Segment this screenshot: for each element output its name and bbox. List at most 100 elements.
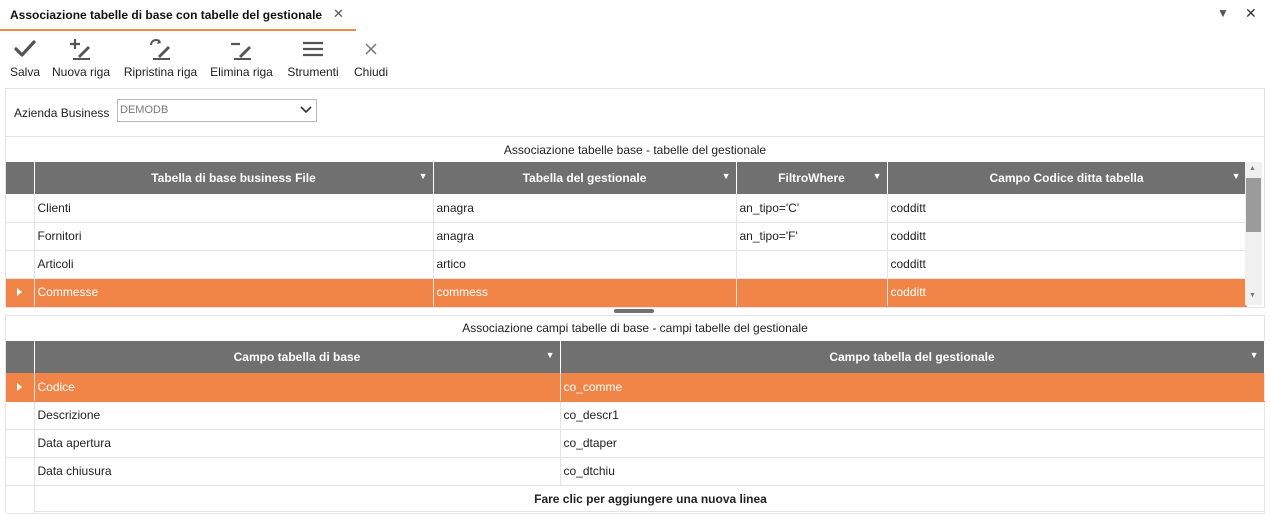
scroll-down-icon[interactable]: ▼ <box>1249 292 1256 299</box>
table-cell[interactable]: artico <box>433 250 737 279</box>
table-cell[interactable]: an_tipo='C' <box>736 194 888 223</box>
table-cell[interactable]: co_comme <box>560 373 1265 402</box>
table-row[interactable]: Data chiusura co_dtchiu <box>6 457 1265 486</box>
table-cell[interactable]: Descrizione <box>34 401 561 430</box>
delete-row-icon <box>230 42 251 60</box>
table-row[interactable]: Articoli artico codditt <box>6 250 1247 279</box>
fields-grid-caption: Associazione campi tabelle di base - cam… <box>462 321 808 335</box>
restore-row-label: Ripristina riga <box>123 65 198 79</box>
column-header[interactable]: Tabella di base business File ▼ <box>34 162 434 194</box>
table-cell[interactable]: Commesse <box>34 278 434 307</box>
table-cell[interactable]: codditt <box>887 222 1247 251</box>
row-indicator[interactable] <box>6 194 35 223</box>
filter-icon[interactable]: ▼ <box>873 171 882 181</box>
close-label: Chiudi <box>353 65 389 79</box>
delete-row-label: Elimina riga <box>210 65 273 79</box>
new-row-label: Nuova riga <box>51 65 111 79</box>
new-row-button[interactable]: Nuova riga <box>50 38 112 84</box>
row-indicator[interactable] <box>6 278 35 307</box>
save-button[interactable]: Salva <box>9 38 41 84</box>
restore-row-icon <box>149 39 170 60</box>
table-cell[interactable]: commess <box>433 278 737 307</box>
window-close-icon[interactable]: ✕ <box>1245 5 1257 22</box>
table-cell[interactable]: codditt <box>887 194 1247 223</box>
table-cell[interactable]: codditt <box>887 278 1247 307</box>
scroll-up-icon[interactable]: ▲ <box>1249 165 1256 172</box>
tables-scrollbar[interactable]: ▲ ▼ <box>1245 162 1262 305</box>
new-row-prompt[interactable]: Fare clic per aggiungere una nuova linea <box>34 485 1265 514</box>
row-indicator[interactable] <box>6 373 35 402</box>
new-row[interactable]: Fare clic per aggiungere una nuova linea <box>6 485 1265 514</box>
table-cell[interactable]: an_tipo='F' <box>736 222 888 251</box>
tables-grid-caption: Associazione tabelle base - tabelle del … <box>503 143 767 157</box>
splitter-handle[interactable] <box>614 309 654 313</box>
table-cell[interactable]: co_dtchiu <box>560 457 1265 486</box>
fields-table: Campo tabella di base ▼ Campo tabella del… <box>6 341 1265 514</box>
column-header[interactable]: Campo tabella di base ▼ <box>34 341 561 373</box>
filter-icon[interactable]: ▼ <box>1250 350 1259 360</box>
column-header[interactable]: Campo Codice ditta tabella ▼ <box>887 162 1247 194</box>
tables-grid: Associazione tabelle base - tabelle del … <box>5 136 1265 308</box>
row-indicator-header <box>6 162 35 194</box>
tab-close-icon[interactable]: ✕ <box>333 6 344 22</box>
table-cell[interactable]: Fornitori <box>34 222 434 251</box>
close-icon <box>365 43 377 55</box>
filter-icon[interactable]: ▼ <box>722 171 731 181</box>
tables-table: Tabella di base business File ▼ Tabella d… <box>6 162 1247 307</box>
table-row[interactable]: Data apertura co_dtaper <box>6 429 1265 458</box>
current-row-icon <box>17 288 23 296</box>
table-cell[interactable]: Codice <box>34 373 561 402</box>
table-cell[interactable] <box>736 278 888 307</box>
menu-icon <box>303 41 323 57</box>
azienda-label: Azienda Business <box>14 106 110 120</box>
window-menu-icon[interactable]: ▼ <box>1217 6 1229 20</box>
row-indicator[interactable] <box>6 485 35 514</box>
delete-row-button[interactable]: Elimina riga <box>208 38 275 84</box>
table-row[interactable]: Fornitori anagra an_tipo='F' codditt <box>6 222 1247 251</box>
table-row-selected[interactable]: Codice co_comme <box>6 373 1265 402</box>
close-button[interactable]: Chiudi <box>351 38 391 84</box>
row-indicator[interactable] <box>6 222 35 251</box>
save-label: Salva <box>9 65 41 79</box>
table-row[interactable]: Descrizione co_descr1 <box>6 401 1265 430</box>
filter-icon[interactable]: ▼ <box>546 350 555 360</box>
tools-button[interactable]: Strumenti <box>284 38 342 84</box>
filter-icon[interactable]: ▼ <box>1232 171 1241 181</box>
table-cell[interactable]: Data apertura <box>34 429 561 458</box>
toolbar: Salva Nuova riga Ripristina riga Elimina… <box>0 32 1270 84</box>
filter-icon[interactable]: ▼ <box>419 171 428 181</box>
table-cell[interactable]: anagra <box>433 222 737 251</box>
table-cell[interactable]: codditt <box>887 250 1247 279</box>
row-indicator[interactable] <box>6 429 35 458</box>
column-header[interactable]: Campo tabella del gestionale ▼ <box>560 341 1265 373</box>
table-cell[interactable]: Articoli <box>34 250 434 279</box>
column-header[interactable]: FiltroWhere ▼ <box>736 162 888 194</box>
add-row-icon <box>70 39 90 60</box>
tools-label: Strumenti <box>287 65 339 79</box>
table-cell[interactable]: Clienti <box>34 194 434 223</box>
table-cell[interactable]: anagra <box>433 194 737 223</box>
table-row-selected[interactable]: Commesse commess codditt <box>6 278 1247 307</box>
check-icon <box>14 40 36 57</box>
row-indicator[interactable] <box>6 457 35 486</box>
fields-grid: Associazione campi tabelle di base - cam… <box>5 315 1265 514</box>
row-indicator-header <box>6 341 35 373</box>
tab-title: Associazione tabelle di base con tabelle… <box>10 8 323 22</box>
table-row[interactable]: Clienti anagra an_tipo='C' codditt <box>6 194 1247 223</box>
row-indicator[interactable] <box>6 250 35 279</box>
chevron-down-icon <box>300 106 312 114</box>
current-row-icon <box>17 382 23 391</box>
tab-associazione[interactable]: Associazione tabelle di base con tabelle… <box>0 0 356 31</box>
filter-panel: Azienda Business DEMODB <box>5 88 1265 136</box>
scroll-thumb[interactable] <box>1246 178 1261 232</box>
azienda-value: DEMODB <box>120 104 169 116</box>
restore-row-button[interactable]: Ripristina riga <box>122 38 199 84</box>
table-cell[interactable] <box>736 250 888 279</box>
table-cell[interactable]: Data chiusura <box>34 457 561 486</box>
row-indicator[interactable] <box>6 401 35 430</box>
tab-bar: Associazione tabelle di base con tabelle… <box>0 0 1270 31</box>
table-cell[interactable]: co_descr1 <box>560 401 1265 430</box>
azienda-select[interactable]: DEMODB <box>117 99 317 122</box>
table-cell[interactable]: co_dtaper <box>560 429 1265 458</box>
column-header[interactable]: Tabella del gestionale ▼ <box>433 162 737 194</box>
